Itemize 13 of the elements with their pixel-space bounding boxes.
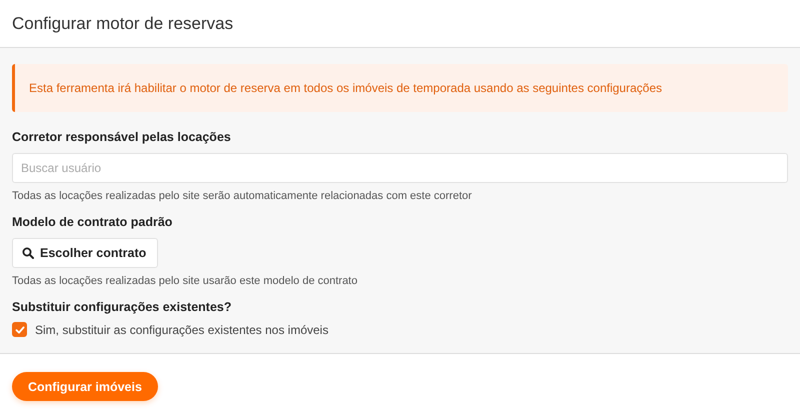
help-text: Todas as locações realizadas pelo site usarão este modelo de contrato — [12, 275, 358, 289]
checkbox[interactable] — [12, 322, 27, 337]
field-label: Substituir configurações existentes? — [12, 300, 232, 316]
check-icon — [14, 324, 26, 336]
alert-text: Esta ferramenta irá habilitar o motor de reserva em todos os imóveis de temporada usando as seguintes configurações — [29, 81, 662, 95]
checkbox-label: Sim, substituir as configurações existentes nos imóveis — [35, 322, 328, 336]
field-label: Modelo de contrato padrão — [12, 215, 174, 231]
search-icon — [22, 247, 34, 259]
help-text: Todas as locações realizadas pelo site serão automaticamente relacionadas com este corretor — [12, 190, 473, 204]
field-label: Corretor responsável pelas locações — [12, 130, 232, 146]
search-field[interactable]: Buscar usuário — [12, 153, 788, 183]
window-title: Configurar motor de reservas — [12, 14, 234, 34]
choose-contract-button[interactable]: Escolher contrato — [12, 238, 158, 268]
